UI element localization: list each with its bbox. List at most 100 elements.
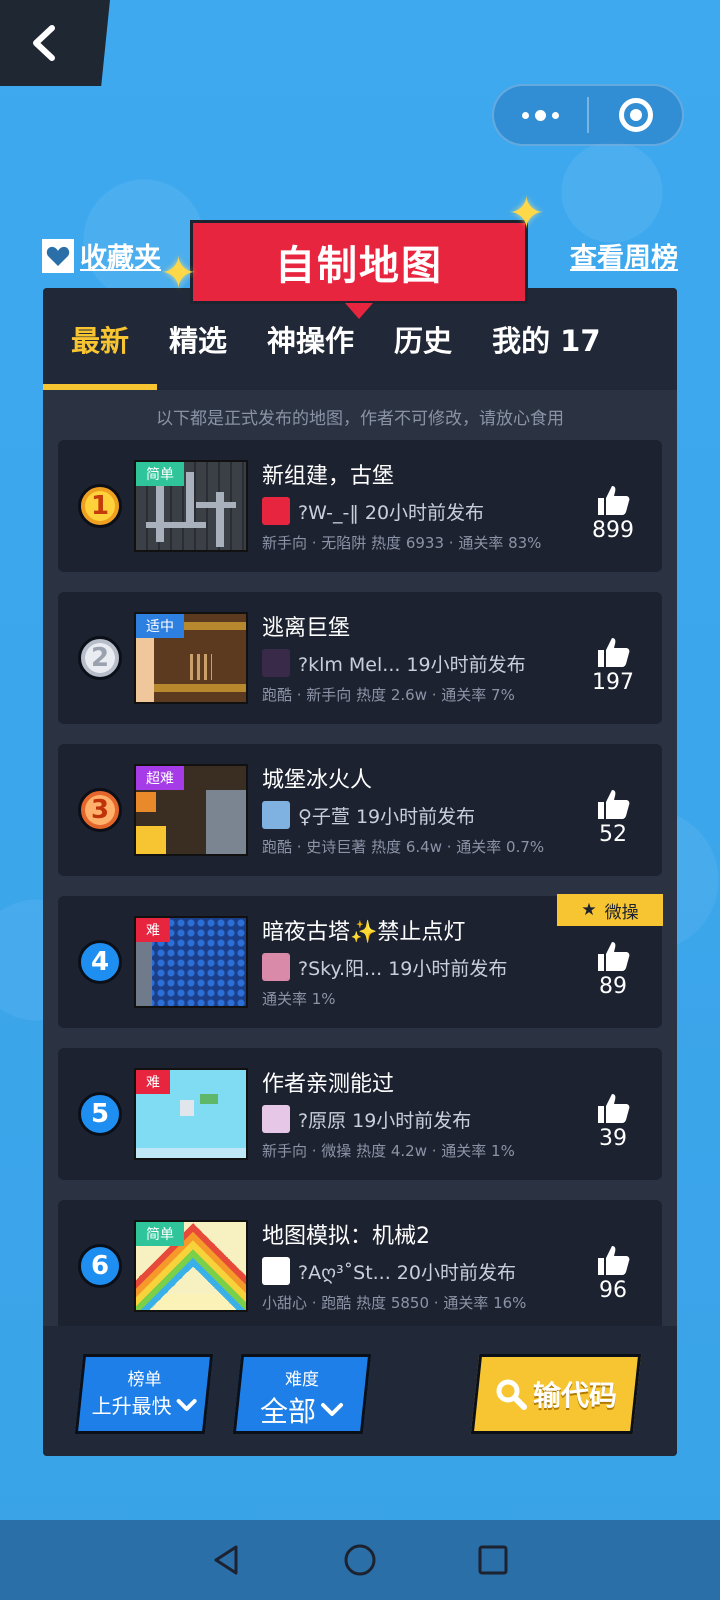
map-meta: 跑酷 · 史诗巨著 热度 6.4w · 通关率 0.7% — [262, 838, 545, 856]
like-button[interactable]: 39 — [582, 1092, 644, 1151]
map-card[interactable]: 2 适中 逃离巨堡 ?klm Mel... 19小时前发布 跑酷 · 新手向 热… — [58, 592, 662, 724]
system-nav-bar — [0, 1520, 720, 1600]
map-thumbnail: 难 — [134, 916, 248, 1008]
like-button[interactable]: 52 — [582, 788, 644, 847]
thumbs-up-icon — [598, 790, 630, 819]
author-text: ?Sky.阳... 19小时前发布 — [298, 957, 508, 980]
map-name: 作者亲测能过 — [262, 1072, 395, 1097]
bottom-toolbar: 榜单 上升最快 难度 全部 输代码 — [43, 1326, 677, 1456]
back-triangle-icon[interactable] — [210, 1543, 244, 1577]
difficulty-badge: 难 — [136, 918, 170, 942]
like-count: 899 — [592, 518, 634, 543]
difficulty-filter-button[interactable]: 难度 全部 — [232, 1354, 372, 1434]
favorites-link[interactable]: 收藏夹 — [42, 236, 161, 275]
ranking-sort-value: 上升最快 — [91, 1394, 172, 1418]
map-list: 1 简单 新组建，古堡 ?W-_-‖ 20小时前发布 新手向 · 无陷阱 热度 … — [58, 440, 663, 1352]
rank-badge: 5 — [78, 1092, 122, 1136]
notice-text: 以下都是正式发布的地图，作者不可修改，请放心食用 — [156, 409, 564, 429]
recents-square-icon[interactable] — [476, 1543, 510, 1577]
more-dots-icon — [522, 109, 559, 121]
avatar — [262, 1105, 290, 1133]
miniprogram-capsule — [492, 84, 684, 146]
thumbs-up-icon — [598, 1094, 630, 1123]
difficulty-filter-value: 全部 — [260, 1395, 317, 1428]
difficulty-badge: 超难 — [136, 766, 184, 790]
like-count: 197 — [592, 670, 634, 695]
ranking-sort-label: 榜单 — [127, 1370, 162, 1390]
map-card[interactable]: 1 简单 新组建，古堡 ?W-_-‖ 20小时前发布 新手向 · 无陷阱 热度 … — [58, 440, 662, 572]
thumbs-up-icon — [598, 942, 630, 971]
like-count: 89 — [599, 974, 627, 999]
map-meta: 小甜心 · 跑酷 热度 5850 · 通关率 16% — [262, 1294, 527, 1312]
chevron-down-icon — [176, 1398, 197, 1411]
thumbs-up-icon — [598, 1246, 630, 1275]
map-meta: 通关率 1% — [262, 990, 336, 1008]
like-button[interactable]: 89 — [582, 940, 644, 999]
avatar — [262, 953, 290, 981]
close-miniprogram-button[interactable] — [589, 86, 682, 144]
weekly-ranking-link[interactable]: 查看周榜 — [570, 236, 678, 275]
like-count: 39 — [599, 1126, 627, 1151]
rank-badge: 1 — [78, 484, 122, 528]
rank-badge: 6 — [78, 1244, 122, 1288]
map-thumbnail: 难 — [134, 1068, 248, 1160]
map-card[interactable]: 5 难 作者亲测能过 ?原原 19小时前发布 新手向 · 微操 热度 4.2w … — [58, 1048, 662, 1180]
map-thumbnail: 简单 — [134, 460, 248, 552]
back-button[interactable] — [0, 0, 110, 86]
map-name: 新组建，古堡 — [262, 464, 395, 489]
author-text: ?原原 19小时前发布 — [298, 1109, 472, 1132]
like-count: 96 — [599, 1278, 627, 1303]
enter-code-label: 输代码 — [532, 1379, 617, 1412]
map-card[interactable]: 3 超难 城堡冰火人 ♀子萱 19小时前发布 跑酷 · 史诗巨著 热度 6.4w… — [58, 744, 662, 876]
author-text: ?klm Mel... 19小时前发布 — [298, 653, 526, 676]
map-panel: 最新 精选 神操作 历史 我的 17 以下都是正式发布的地图，作者不可修改，请放… — [43, 288, 677, 1456]
map-card[interactable]: 6 简单 地图模拟：机械2 ?Aღ³˚St... 20小时前发布 小甜心 · 跑… — [58, 1200, 662, 1332]
map-meta: 跑酷 · 新手向 热度 2.6w · 通关率 7% — [262, 686, 515, 704]
map-thumbnail: 超难 — [134, 764, 248, 856]
ranking-sort-button[interactable]: 榜单 上升最快 — [74, 1354, 214, 1434]
rank-badge: 2 — [78, 636, 122, 680]
chevron-left-icon — [33, 25, 55, 61]
search-icon — [496, 1379, 527, 1410]
tab-latest[interactable]: 最新 — [43, 288, 158, 390]
star-icon: ★ — [581, 900, 597, 920]
star-icon: ✦ — [160, 248, 197, 299]
skill-tag-label: 微操 — [604, 902, 639, 923]
difficulty-badge: 难 — [136, 1070, 170, 1094]
star-icon: ✦ — [508, 188, 545, 239]
heart-icon — [42, 238, 74, 273]
like-button[interactable]: 197 — [582, 636, 644, 695]
author-text: ?W-_-‖ 20小时前发布 — [298, 501, 485, 524]
home-circle-icon[interactable] — [343, 1543, 377, 1577]
map-name: 逃离巨堡 — [262, 616, 351, 641]
map-name: 暗夜古塔✨禁止点灯 — [262, 920, 466, 945]
enter-code-button[interactable]: 输代码 — [470, 1354, 642, 1434]
avatar — [262, 801, 290, 829]
more-menu-button[interactable] — [494, 86, 587, 144]
avatar — [262, 497, 290, 525]
map-thumbnail: 简单 — [134, 1220, 248, 1312]
rank-badge: 4 — [78, 940, 122, 984]
difficulty-badge: 适中 — [136, 614, 184, 638]
thumbs-up-icon — [598, 638, 630, 667]
map-meta: 新手向 · 微操 热度 4.2w · 通关率 1% — [262, 1142, 515, 1160]
like-button[interactable]: 96 — [582, 1244, 644, 1303]
chevron-down-icon — [321, 1403, 344, 1416]
map-name: 地图模拟：机械2 — [262, 1224, 430, 1249]
like-button[interactable]: 899 — [582, 484, 644, 543]
thumbs-up-icon — [598, 486, 630, 515]
map-meta: 新手向 · 无陷阱 热度 6933 · 通关率 83% — [262, 534, 542, 552]
author-text: ♀子萱 19小时前发布 — [298, 805, 476, 828]
author-text: ?Aღ³˚St... 20小时前发布 — [298, 1261, 516, 1284]
difficulty-filter-label: 难度 — [285, 1370, 320, 1390]
skill-tag: ★ 微操 — [557, 894, 663, 926]
like-count: 52 — [599, 822, 627, 847]
page-title: 自制地图 — [190, 220, 528, 319]
avatar — [262, 1257, 290, 1285]
map-card[interactable]: 4 难 暗夜古塔✨禁止点灯 ?Sky.阳... 19小时前发布 通关率 1% ★… — [58, 894, 663, 1028]
map-name: 城堡冰火人 — [262, 768, 373, 793]
favorites-label: 收藏夹 — [80, 243, 161, 274]
map-thumbnail: 适中 — [134, 612, 248, 704]
avatar — [262, 649, 290, 677]
target-icon — [618, 98, 653, 132]
